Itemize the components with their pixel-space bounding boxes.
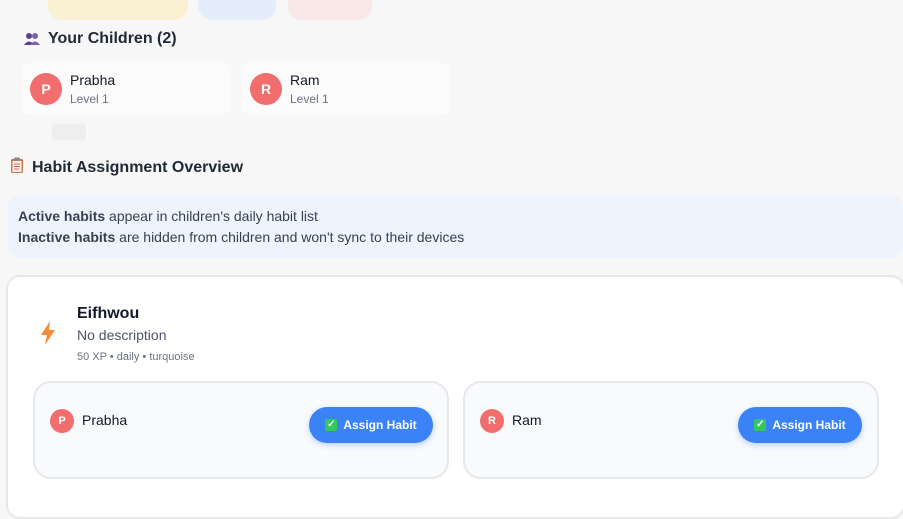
- inactive-info-line: Inactive habits are hidden from children…: [18, 229, 464, 245]
- lightning-icon: [40, 321, 56, 350]
- child-card-ram[interactable]: R Ram Level 1: [242, 63, 450, 115]
- assign-button-label: Assign Habit: [343, 418, 417, 432]
- active-info-line: Active habits appear in children's daily…: [18, 208, 318, 224]
- assignment-card-prabha: P Prabha ✓ Assign Habit: [33, 381, 449, 479]
- child-level: Level 1: [290, 92, 329, 106]
- assignment-child-name: Ram: [512, 412, 542, 428]
- assignment-card-ram: R Ram ✓ Assign Habit: [463, 381, 879, 479]
- faded-button-3: [288, 0, 372, 20]
- habit-description: No description: [77, 327, 167, 343]
- assign-habit-button[interactable]: ✓ Assign Habit: [738, 407, 862, 443]
- faded-placeholder: [52, 124, 86, 140]
- assign-habit-button[interactable]: ✓ Assign Habit: [309, 407, 433, 443]
- people-icon: [24, 32, 40, 46]
- active-habits-text: appear in children's daily habit list: [105, 208, 318, 224]
- child-card-prabha[interactable]: P Prabha Level 1: [22, 63, 230, 115]
- habit-meta: 50 XP • daily • turquoise: [77, 351, 195, 363]
- children-section-title: Your Children (2): [24, 30, 177, 48]
- habit-name: Eifhwou: [77, 305, 140, 322]
- overview-section-title: Habit Assignment Overview: [10, 157, 243, 179]
- child-name: Ram: [290, 72, 320, 88]
- inactive-habits-label: Inactive habits: [18, 229, 116, 245]
- check-icon: ✓: [754, 419, 767, 431]
- clipboard-icon: [10, 157, 24, 179]
- faded-button-1: [48, 0, 188, 20]
- faded-button-2: [198, 0, 276, 20]
- child-level: Level 1: [70, 92, 109, 106]
- inactive-habits-text: are hidden from children and won't sync …: [115, 229, 465, 245]
- avatar: R: [480, 409, 504, 433]
- check-icon: ✓: [325, 419, 338, 431]
- overview-title-text: Habit Assignment Overview: [32, 159, 244, 176]
- assignment-child-name: Prabha: [82, 412, 128, 428]
- habit-card: Eifhwou No description 50 XP • daily • t…: [6, 275, 903, 519]
- avatar: P: [50, 409, 74, 433]
- child-name: Prabha: [70, 72, 116, 88]
- avatar: R: [250, 73, 282, 105]
- children-title-text: Your Children (2): [48, 30, 177, 47]
- info-box: Active habits appear in children's daily…: [8, 195, 903, 258]
- active-habits-label: Active habits: [18, 208, 106, 224]
- avatar: P: [30, 73, 62, 105]
- assign-button-label: Assign Habit: [772, 418, 846, 432]
